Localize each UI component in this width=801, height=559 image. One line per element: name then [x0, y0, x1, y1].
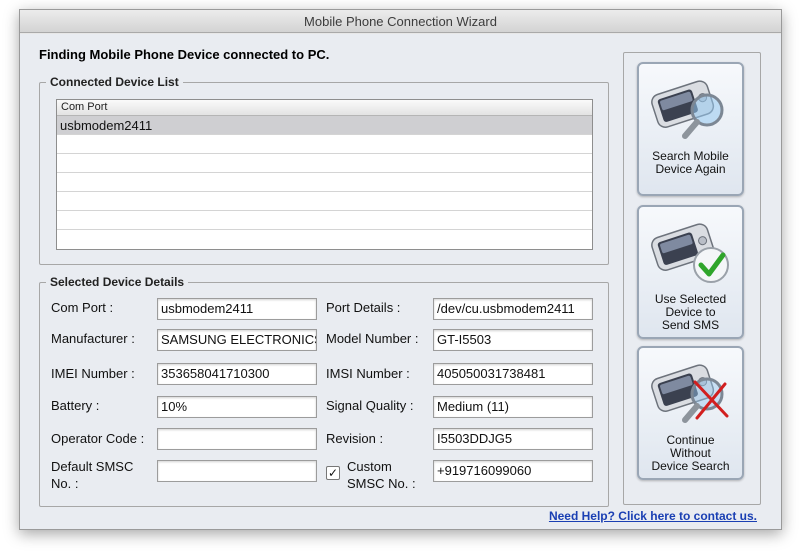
battery-field[interactable]: 10% [157, 396, 317, 418]
com-port-label: Com Port : [51, 300, 114, 315]
revision-field[interactable]: I5503DDJG5 [433, 428, 593, 450]
search-device-again-label: Search Mobile Device Again [641, 150, 740, 176]
connected-device-legend: Connected Device List [50, 75, 179, 89]
help-contact-link[interactable]: Need Help? Click here to contact us. [549, 509, 757, 523]
phone-cross-icon [651, 364, 729, 423]
connected-device-group: Connected Device List Com Port usbmodem2… [39, 75, 609, 265]
model-number-field[interactable]: GT-I5503 [433, 329, 593, 351]
manufacturer-field[interactable]: SAMSUNG ELECTRONICS [157, 329, 317, 351]
list-item[interactable]: usbmodem2411 [57, 116, 592, 135]
imsi-number-field[interactable]: 405050031738481 [433, 363, 593, 385]
list-item[interactable] [57, 173, 592, 192]
list-item[interactable] [57, 135, 592, 154]
custom-smsc-label-line2: SMSC No. : [347, 476, 416, 491]
com-port-field[interactable]: usbmodem2411 [157, 298, 317, 320]
signal-quality-field[interactable]: Medium (11) [433, 396, 593, 418]
wizard-window: Mobile Phone Connection Wizard Finding M… [19, 9, 782, 530]
manufacturer-label: Manufacturer : [51, 331, 135, 346]
imei-number-label: IMEI Number : [51, 366, 135, 381]
use-selected-device-label: Use Selected Device to Send SMS [641, 293, 740, 332]
continue-without-line3: Device Search [651, 459, 730, 473]
default-smsc-label-line1: Default SMSC [51, 459, 134, 474]
model-number-label: Model Number : [326, 331, 419, 346]
phone-magnifier-icon [651, 80, 724, 139]
list-item[interactable] [57, 192, 592, 211]
column-header-com-port[interactable]: Com Port [57, 100, 592, 116]
imsi-number-label: IMSI Number : [326, 366, 410, 381]
imei-number-field[interactable]: 353658041710300 [157, 363, 317, 385]
continue-without-device-label: Continue Without Device Search [641, 434, 740, 473]
custom-smsc-checkbox[interactable]: ✓ [326, 466, 340, 480]
list-item[interactable] [57, 211, 592, 230]
action-panel: Search Mobile Device Again Use Selected … [623, 52, 761, 505]
operator-code-label: Operator Code : [51, 431, 145, 446]
search-again-line2: Device Again [655, 162, 726, 176]
phone-checkmark-icon [651, 223, 729, 283]
signal-quality-label: Signal Quality : [326, 398, 414, 413]
port-details-field[interactable]: /dev/cu.usbmodem2411 [433, 298, 593, 320]
window-title: Mobile Phone Connection Wizard [20, 10, 781, 33]
search-device-again-button[interactable]: Search Mobile Device Again [637, 62, 744, 196]
selected-device-legend: Selected Device Details [50, 275, 185, 289]
continue-without-device-button[interactable]: Continue Without Device Search [637, 346, 744, 480]
device-list[interactable]: Com Port usbmodem2411 [56, 99, 593, 250]
custom-smsc-field[interactable]: +919716099060 [433, 460, 593, 482]
battery-label: Battery : [51, 398, 100, 413]
selected-device-group: Selected Device Details Com Port : usbmo… [39, 275, 609, 507]
revision-label: Revision : [326, 431, 384, 446]
port-details-label: Port Details : [326, 300, 401, 315]
custom-smsc-label-line1: Custom [347, 459, 392, 474]
list-item[interactable] [57, 154, 592, 173]
page-heading: Finding Mobile Phone Device connected to… [39, 47, 330, 62]
use-selected-line3: Send SMS [661, 318, 720, 332]
window-content: Finding Mobile Phone Device connected to… [20, 34, 781, 529]
use-selected-device-button[interactable]: Use Selected Device to Send SMS [637, 205, 744, 339]
operator-code-field[interactable] [157, 428, 317, 450]
default-smsc-field[interactable] [157, 460, 317, 482]
default-smsc-label-line2: No. : [51, 476, 79, 491]
